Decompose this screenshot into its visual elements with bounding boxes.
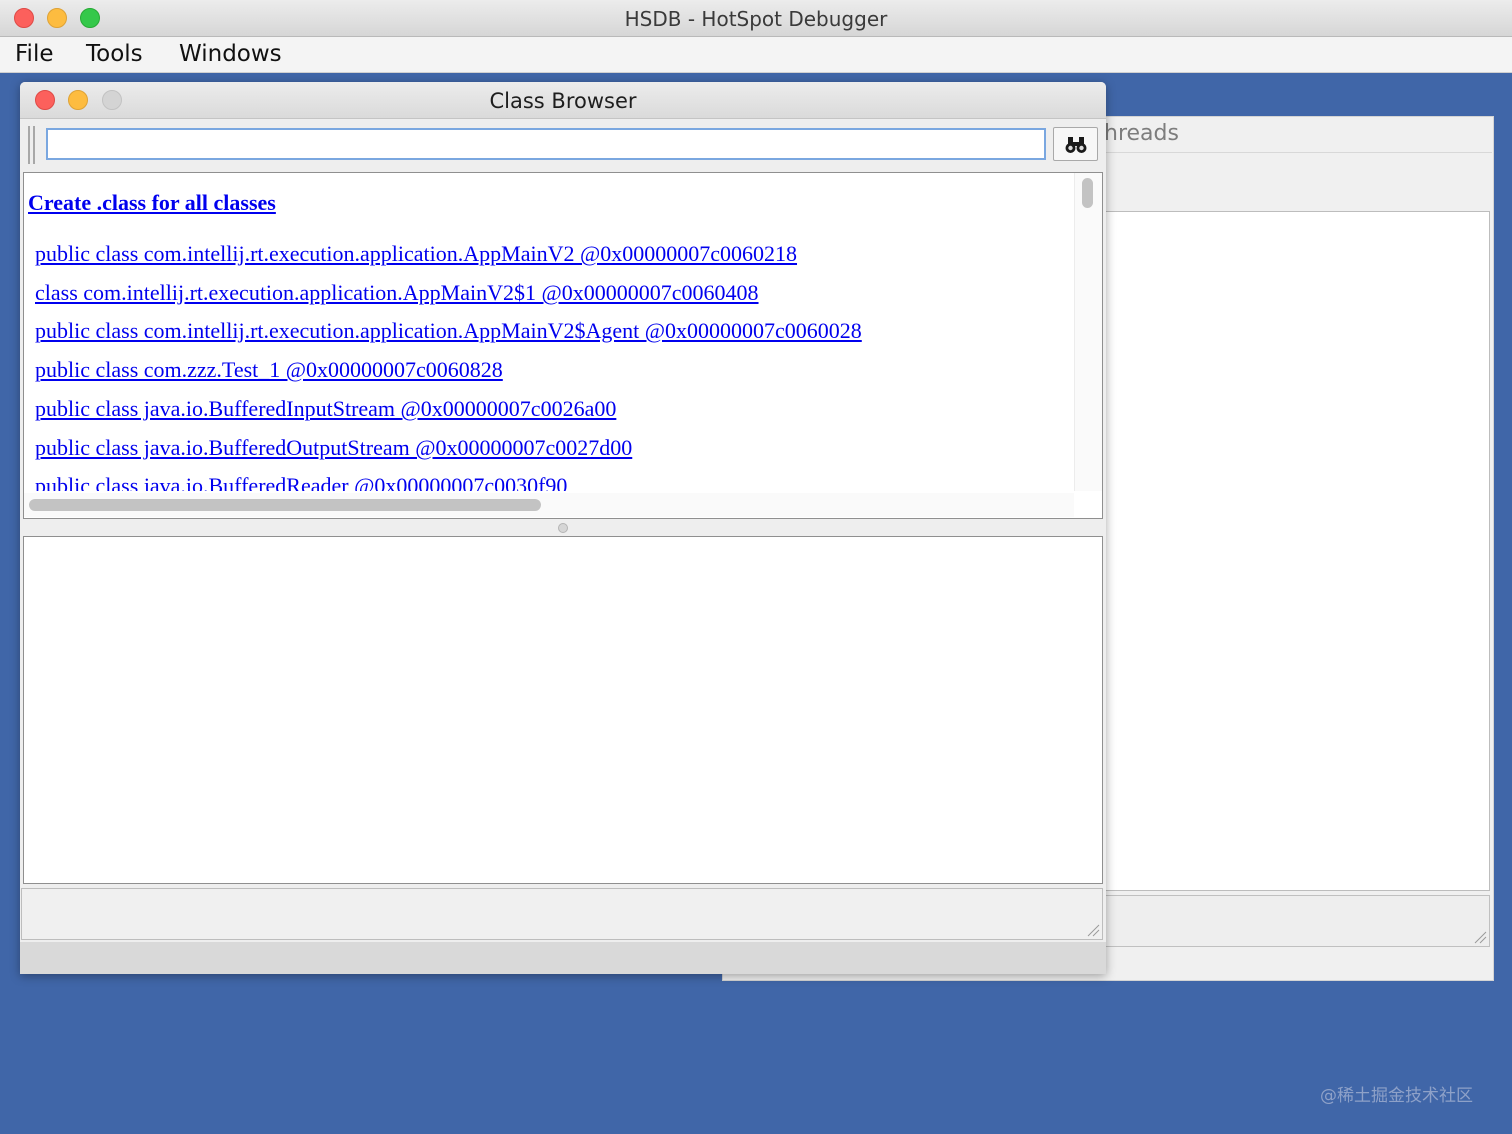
tab-divider bbox=[1104, 152, 1492, 153]
class-browser-bottom-bar bbox=[20, 942, 1106, 974]
horizontal-scrollbar[interactable] bbox=[24, 493, 1074, 517]
class-list-pane: Create .class for all classes public cla… bbox=[23, 172, 1103, 519]
search-button[interactable] bbox=[1053, 127, 1098, 161]
main-title-bar: HSDB - HotSpot Debugger bbox=[0, 0, 1512, 37]
resize-grip-icon[interactable] bbox=[1086, 923, 1100, 937]
menu-windows[interactable]: Windows bbox=[179, 41, 282, 67]
class-detail-pane bbox=[23, 536, 1103, 884]
vertical-scrollbar-thumb[interactable] bbox=[1082, 178, 1093, 208]
threads-status-area bbox=[1104, 895, 1490, 947]
toolbar-grip[interactable] bbox=[28, 126, 30, 164]
window-title: HSDB - HotSpot Debugger bbox=[624, 7, 888, 31]
class-link[interactable]: public class java.io.BufferedInputStream… bbox=[35, 396, 616, 422]
class-link[interactable]: public class com.intellij.rt.execution.a… bbox=[35, 318, 862, 344]
class-browser-status-area bbox=[21, 888, 1103, 940]
create-class-link[interactable]: Create .class for all classes bbox=[28, 190, 276, 216]
class-link[interactable]: public class com.zzz.Test_1 @0x00000007c… bbox=[35, 357, 503, 383]
toolbar-grip bbox=[33, 126, 35, 164]
binoculars-icon bbox=[1065, 137, 1087, 153]
class-browser-window: Class Browser Create .class for all clas… bbox=[20, 82, 1106, 974]
class-browser-title-bar[interactable]: Class Browser bbox=[20, 82, 1106, 119]
threads-tab-label[interactable]: hreads bbox=[1104, 121, 1179, 146]
class-search-input[interactable] bbox=[46, 128, 1046, 160]
threads-content-pane bbox=[1104, 211, 1490, 891]
watermark: @稀土掘金技术社区 bbox=[1320, 1086, 1473, 1106]
class-link[interactable]: public class java.io.BufferedReader @0x0… bbox=[35, 473, 567, 491]
class-link[interactable]: class com.intellij.rt.execution.applicat… bbox=[35, 280, 759, 306]
horizontal-scrollbar-thumb[interactable] bbox=[29, 499, 541, 511]
class-link[interactable]: public class java.io.BufferedOutputStrea… bbox=[35, 435, 632, 461]
menu-file[interactable]: File bbox=[15, 41, 54, 67]
class-list: Create .class for all classes public cla… bbox=[24, 173, 1074, 491]
class-link[interactable]: public class com.intellij.rt.execution.a… bbox=[35, 241, 797, 267]
resize-grip-icon[interactable] bbox=[1473, 930, 1487, 944]
class-browser-title: Class Browser bbox=[489, 89, 637, 113]
vertical-scrollbar[interactable] bbox=[1074, 173, 1102, 491]
menu-tools[interactable]: Tools bbox=[86, 41, 143, 67]
menu-bar: File Tools Windows bbox=[0, 37, 1512, 73]
split-pane-divider[interactable] bbox=[558, 523, 568, 533]
